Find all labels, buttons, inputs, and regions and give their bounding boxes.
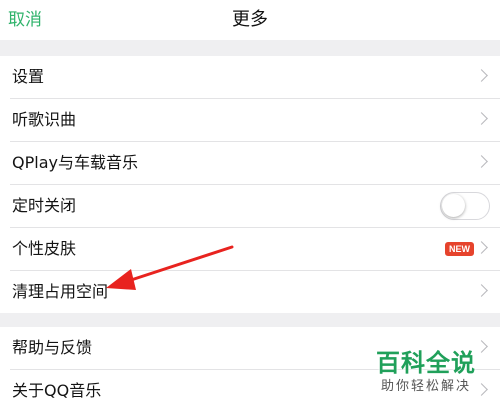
menu-item-label: 关于QQ音乐 [12, 381, 102, 400]
menu-item-label: 个性皮肤 [12, 239, 77, 258]
chevron-right-icon [475, 155, 488, 168]
settings-menu-group: 设置 听歌识曲 QPlay与车载音乐 定时关闭 个性皮肤 NEW 清理占用空间 [0, 56, 500, 313]
menu-item-label: 定时关闭 [12, 196, 77, 215]
new-badge: NEW [445, 242, 474, 256]
chevron-right-icon [475, 241, 488, 254]
menu-item-label: QPlay与车载音乐 [12, 153, 138, 172]
page-title: 更多 [232, 9, 268, 30]
menu-item-label: 设置 [12, 67, 45, 86]
menu-item-label: 听歌识曲 [12, 110, 77, 129]
menu-item-help-feedback[interactable]: 帮助与反馈 [0, 327, 500, 370]
menu-item-label: 帮助与反馈 [12, 338, 93, 357]
menu-item-skins[interactable]: 个性皮肤 NEW [0, 228, 500, 271]
navigation-bar: 取消 更多 [0, 0, 500, 40]
menu-item-clear-storage[interactable]: 清理占用空间 [0, 271, 500, 314]
chevron-right-icon [475, 69, 488, 82]
menu-item-about-qq-music[interactable]: 关于QQ音乐 [0, 370, 500, 410]
chevron-right-icon [475, 340, 488, 353]
about-menu-group: 帮助与反馈 关于QQ音乐 [0, 327, 500, 410]
more-screen: 取消 更多 设置 听歌识曲 QPlay与车载音乐 定时关闭 个性皮肤 NEW 清… [0, 0, 500, 410]
chevron-right-icon [475, 112, 488, 125]
sleep-timer-toggle[interactable] [440, 192, 490, 220]
menu-item-song-recognition[interactable]: 听歌识曲 [0, 99, 500, 142]
chevron-right-icon [475, 284, 488, 297]
menu-item-settings[interactable]: 设置 [0, 56, 500, 99]
chevron-right-icon [475, 383, 488, 396]
menu-item-sleep-timer: 定时关闭 [0, 185, 500, 228]
toggle-knob [442, 194, 465, 217]
menu-item-qplay-car-music[interactable]: QPlay与车载音乐 [0, 142, 500, 185]
menu-item-label: 清理占用空间 [12, 282, 109, 301]
